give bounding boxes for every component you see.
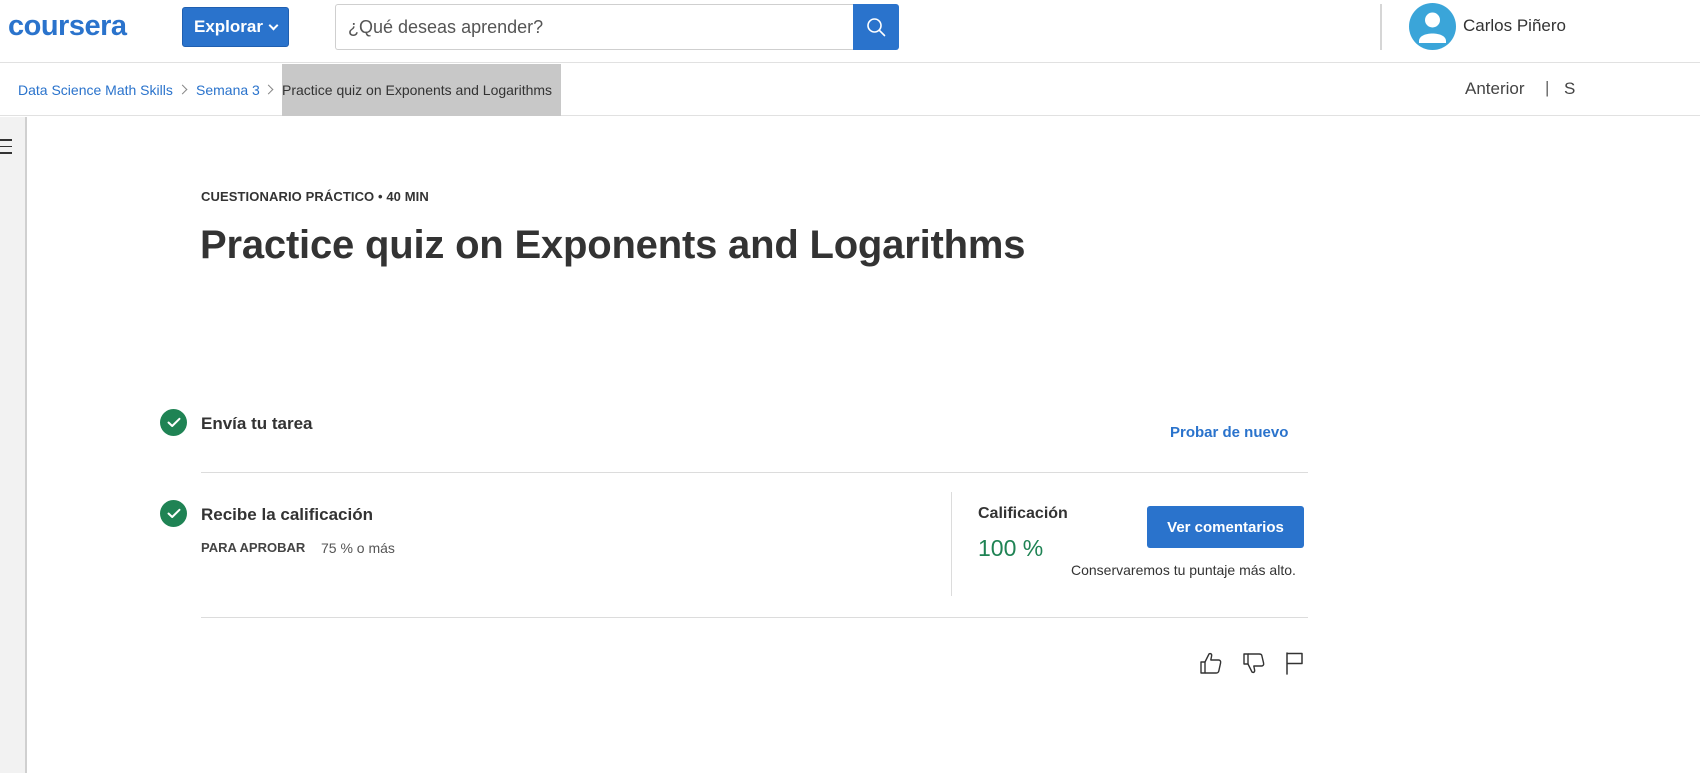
nav-separator: | [1545, 78, 1550, 97]
chevron-down-icon [268, 20, 279, 30]
thumbs-up-icon[interactable] [1197, 648, 1225, 678]
search-input[interactable] [335, 4, 853, 50]
explore-label: Explorar [194, 17, 263, 36]
breadcrumb-current: Practice quiz on Exponents and Logarithm… [282, 64, 561, 116]
search-button[interactable] [853, 4, 899, 50]
pass-label: PARA APROBAR [201, 540, 306, 555]
user-icon [1419, 12, 1446, 43]
header-divider [1380, 4, 1382, 50]
chevron-right-icon [177, 84, 188, 95]
highest-score-note: Conservaremos tu puntaje más alto. [1071, 562, 1296, 578]
breadcrumb-week[interactable]: Semana 3 [196, 64, 260, 116]
top-header: coursera Explorar Carlos Piñero [0, 0, 1700, 63]
grade-value: 100 % [978, 535, 1044, 561]
search-icon [867, 18, 886, 37]
check-icon [160, 409, 187, 436]
divider [201, 472, 1308, 473]
retry-link[interactable]: Probar de nuevo [1170, 424, 1288, 441]
page-title: Practice quiz on Exponents and Logarithm… [200, 223, 1026, 267]
avatar[interactable] [1409, 3, 1456, 50]
previous-link[interactable]: Anterior [1465, 79, 1525, 99]
submit-step-title: Envía tu tarea [201, 414, 313, 433]
user-name[interactable]: Carlos Piñero [1463, 16, 1566, 36]
left-rail [0, 117, 27, 773]
check-icon [160, 500, 187, 527]
thumbs-down-icon[interactable] [1240, 648, 1268, 678]
coursera-logo[interactable]: coursera [8, 12, 127, 41]
next-link[interactable]: S [1564, 79, 1575, 99]
explore-button[interactable]: Explorar [182, 7, 289, 47]
chevron-right-icon [263, 84, 274, 95]
divider [201, 617, 1308, 618]
pass-value: 75 % o más [321, 540, 395, 556]
breadcrumb: Data Science Math Skills Semana 3 Practi… [0, 64, 1700, 116]
grade-label: Calificación [978, 505, 1068, 522]
view-feedback-button[interactable]: Ver comentarios [1147, 506, 1304, 548]
item-type-label: CUESTIONARIO PRÁCTICO • 40 MIN [201, 189, 429, 204]
menu-icon[interactable] [0, 139, 14, 155]
grade-step-title: Recibe la calificación [201, 505, 373, 524]
grade-divider [951, 492, 952, 596]
flag-icon[interactable] [1280, 648, 1308, 678]
breadcrumb-course[interactable]: Data Science Math Skills [18, 64, 173, 116]
